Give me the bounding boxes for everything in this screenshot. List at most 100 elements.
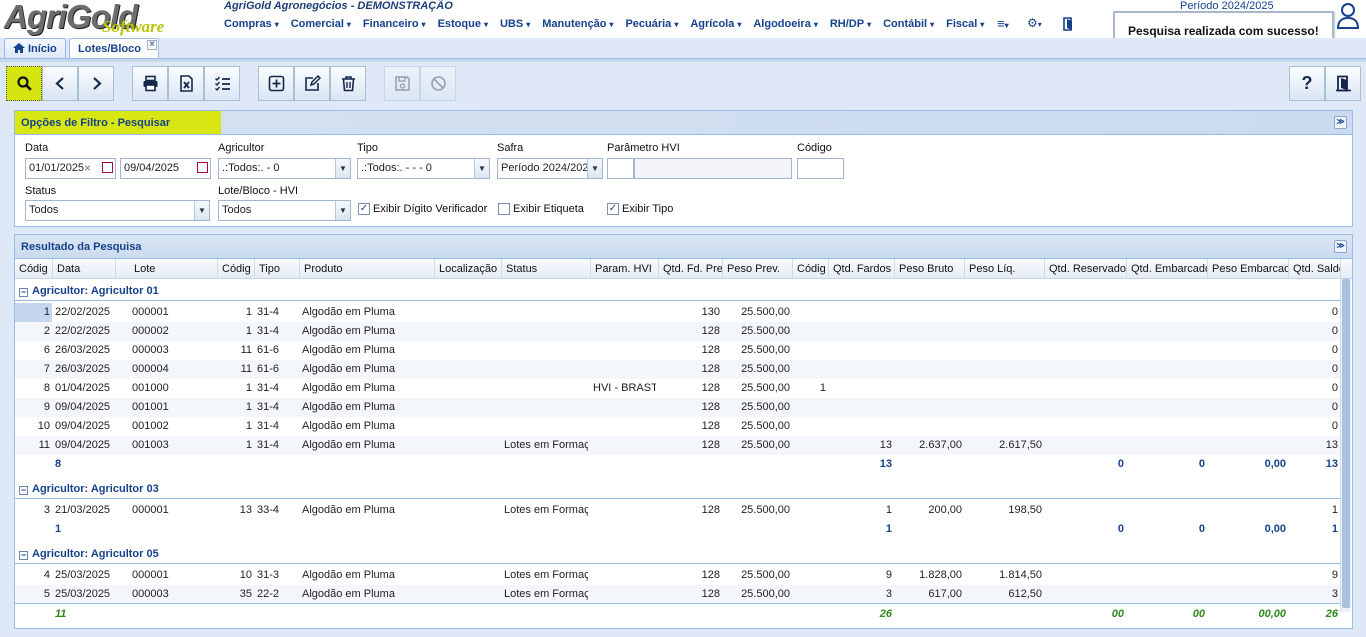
column-header[interactable]: Códig [793,259,829,279]
menu-contabil[interactable]: Contábil ▾ [883,17,934,30]
data-final-field[interactable]: 09/04/2025 [120,158,211,179]
collapse-group-icon[interactable]: − [19,551,28,560]
column-header[interactable]: Qtd. Fardos [829,259,895,279]
scrollbar-thumb[interactable] [1342,279,1350,608]
codigo-field[interactable] [797,158,844,179]
column-header[interactable]: Códig [218,259,255,279]
menu-compras[interactable]: Compras ▾ [224,17,279,30]
exibir-etiqueta-checkbox[interactable] [498,203,510,215]
cell: Algodão em Pluma [302,588,395,600]
user-account-icon[interactable] [1336,2,1360,30]
group-header[interactable]: − Agricultor: Agricultor 03 [15,477,1340,499]
edit-button[interactable] [294,66,330,101]
menu-rh-dp[interactable]: RH/DP ▾ [830,17,871,30]
table-row[interactable]: 7 26/03/2025 000004 11 61-6 Algodão em Pluma 1… [15,360,1340,379]
column-header[interactable]: Peso Embarcado [1208,259,1289,279]
column-header[interactable]: Localização [435,259,502,279]
calendar-icon[interactable] [197,162,208,173]
app-header: AgriGold Software AgriGold Agronegócios … [0,0,1366,47]
menu-ubs[interactable]: UBS ▾ [500,17,530,30]
column-header[interactable]: Tipo [255,259,300,279]
menu-estoque[interactable]: Estoque ▾ [438,17,488,30]
group-header[interactable]: − Agricultor: Agricultor 01 [15,279,1340,301]
clear-date-icon[interactable]: × [84,161,91,175]
chevron-down-icon[interactable]: ▼ [335,159,350,178]
table-row[interactable]: 1 22/02/2025 000001 1 31-4 Algodão em Pluma 13… [15,303,1340,322]
column-header[interactable]: Peso Líq. [965,259,1045,279]
chevron-down-icon[interactable]: ▼ [194,201,209,220]
tab-inicio[interactable]: Início [4,38,66,58]
table-row[interactable]: 5 25/03/2025 000003 35 22-2 Algodão em Pluma L… [15,585,1340,604]
menu-algodoeira[interactable]: Algodoeira ▾ [753,17,817,30]
hamburger-menu-icon[interactable]: ≡▾ [997,16,1009,31]
cell [1210,303,1286,322]
filter-panel-header[interactable]: Opções de Filtro - Pesquisar ≫ [15,111,1352,135]
save-button[interactable] [384,66,420,101]
exit-door-icon[interactable] [1062,17,1076,31]
results-panel-header[interactable]: Resultado da Pesquisa ≫ [15,235,1352,259]
status-select[interactable]: Todos ▼ [25,200,210,221]
menu-pecuaria[interactable]: Pecuária ▾ [625,17,678,30]
vertical-scrollbar[interactable] [1340,279,1351,612]
column-header[interactable]: Data [53,259,116,279]
checklist-button[interactable] [204,66,240,101]
settings-gear-icon[interactable]: ⚙▾ [1027,16,1042,30]
search-button[interactable] [6,66,42,101]
column-header[interactable]: Qtd. Embarcado [1127,259,1208,279]
column-header[interactable]: Lote [130,259,218,279]
table-row[interactable]: 3 21/03/2025 000001 13 33-4 Algodão em Pluma L… [15,501,1340,520]
menu-agricola[interactable]: Agrícola ▾ [690,17,741,30]
menu-comercial[interactable]: Comercial ▾ [291,17,351,30]
column-header[interactable]: Param. HVI [591,259,659,279]
agricultor-select[interactable]: .:Todos:. - 0 ▼ [218,158,351,179]
tipo-select[interactable]: .:Todos:. - - - 0 ▼ [357,158,490,179]
chevron-down-icon[interactable]: ▼ [587,159,602,178]
table-row[interactable]: 10 09/04/2025 001002 1 31-4 Algodão em Pluma 1… [15,417,1340,436]
column-header[interactable]: Produto [300,259,435,279]
cancel-button[interactable] [420,66,456,101]
collapse-group-icon[interactable]: − [19,288,28,297]
table-row[interactable]: 11 09/04/2025 001003 1 31-4 Algodão em Pluma L… [15,436,1340,455]
cell [967,341,1042,360]
cell: 11 [240,344,252,356]
safra-select[interactable]: Período 2024/2025 ▼ [497,158,603,179]
column-header[interactable]: Peso Prev. [723,259,793,279]
column-header[interactable]: Qtd. Fd. Prev [659,259,723,279]
tab-lotes-bloco[interactable]: Lotes/Bloco × [69,38,159,58]
chevron-down-icon[interactable]: ▼ [335,201,350,220]
export-excel-button[interactable] [168,66,204,101]
menu-financeiro[interactable]: Financeiro ▾ [363,17,426,30]
print-button[interactable] [132,66,168,101]
collapse-group-icon[interactable]: − [19,486,28,495]
group-header[interactable]: − Agricultor: Agricultor 05 [15,542,1340,564]
previous-button[interactable] [42,66,78,101]
chevron-down-icon[interactable]: ▼ [474,159,489,178]
menu-manutencao[interactable]: Manutenção ▾ [542,17,613,30]
table-row[interactable]: 2 22/02/2025 000002 1 31-4 Algodão em Pluma 12… [15,322,1340,341]
exit-button[interactable] [1325,66,1361,101]
menu-fiscal[interactable]: Fiscal ▾ [946,17,984,30]
collapse-icon[interactable]: ≫ [1334,240,1347,253]
table-row[interactable]: 9 09/04/2025 001001 1 31-4 Algodão em Pluma 12… [15,398,1340,417]
help-button[interactable]: ? [1289,66,1325,101]
next-button[interactable] [78,66,114,101]
parametro-hvi-code-field[interactable] [607,158,634,179]
cell: 001003 [132,439,169,451]
exibir-tipo-checkbox[interactable]: ✓ [607,203,619,215]
delete-button[interactable] [330,66,366,101]
close-tab-icon[interactable]: × [147,40,157,50]
add-button[interactable] [258,66,294,101]
table-row[interactable]: 8 01/04/2025 001000 1 31-4 Algodão em Pluma HV… [15,379,1340,398]
table-row[interactable]: 6 26/03/2025 000003 11 61-6 Algodão em Pluma 1… [15,341,1340,360]
column-header[interactable]: Status [502,259,591,279]
lote-hvi-select[interactable]: Todos ▼ [218,200,351,221]
calendar-icon[interactable] [102,162,113,173]
exibir-digito-checkbox[interactable]: ✓ [358,203,370,215]
column-header[interactable]: Códig [15,259,53,279]
data-inicial-field[interactable]: 01/01/2025 × [25,158,116,179]
column-header[interactable]: Peso Bruto [895,259,965,279]
column-header[interactable]: Qtd. Saldo [1289,259,1341,279]
table-row[interactable]: 4 25/03/2025 000001 10 31-3 Algodão em Pluma L… [15,566,1340,585]
collapse-icon[interactable]: ≫ [1334,116,1347,129]
column-header[interactable]: Qtd. Reservado [1045,259,1127,279]
